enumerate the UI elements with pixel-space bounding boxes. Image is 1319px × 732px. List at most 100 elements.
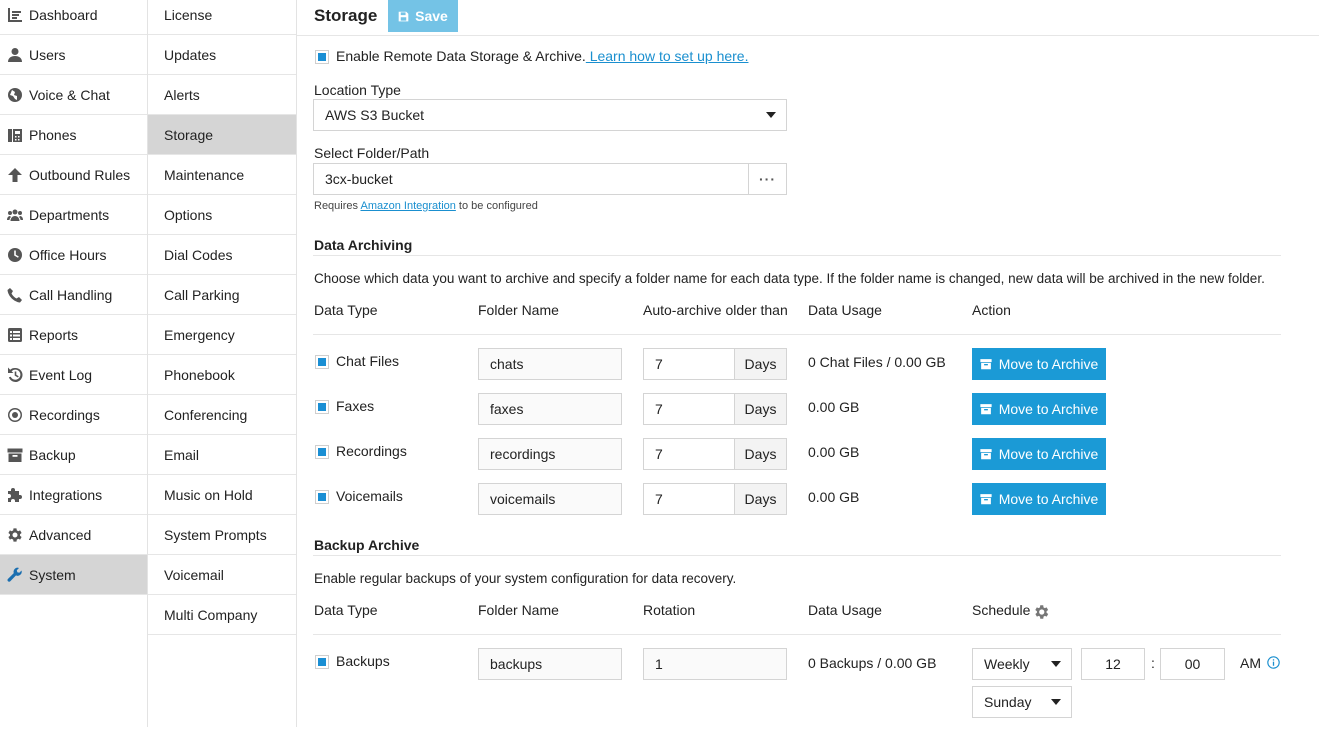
subnav-item-maintenance[interactable]: Maintenance	[148, 155, 296, 195]
schedule-hour-input[interactable]: 12	[1081, 648, 1145, 680]
schedule-frequency-value: Weekly	[984, 656, 1030, 672]
archive-type-checkbox[interactable]	[315, 490, 329, 504]
browse-folder-button[interactable]: ···	[748, 163, 787, 195]
requires-note: Requires Amazon Integration to be config…	[314, 200, 538, 212]
schedule-frequency-select[interactable]: Weekly	[972, 648, 1072, 680]
subnav-item-license[interactable]: License	[148, 0, 296, 35]
archive-icon	[980, 404, 992, 415]
folder-path-input[interactable]: 3cx-bucket	[313, 163, 749, 195]
sidebar-item-call-handling[interactable]: Call Handling	[0, 275, 147, 315]
history-icon	[6, 366, 23, 383]
subnav-item-alerts[interactable]: Alerts	[148, 75, 296, 115]
enable-remote-checkbox[interactable]	[315, 50, 329, 64]
archive-days-value: 7	[655, 491, 663, 507]
rotation-value: 1	[655, 656, 663, 672]
backup-col-data-usage: Data Usage	[808, 602, 882, 618]
col-header-data-usage: Data Usage	[808, 302, 882, 318]
amazon-integration-link[interactable]: Amazon Integration	[360, 200, 455, 212]
info-icon[interactable]	[1267, 656, 1280, 672]
sidebar-item-label: Event Log	[29, 366, 93, 383]
sidebar-item-phones[interactable]: Phones	[0, 115, 147, 155]
chevron-down-icon	[1051, 661, 1061, 667]
move-to-archive-button[interactable]: Move to Archive	[972, 438, 1106, 470]
subnav-item-music-on-hold[interactable]: Music on Hold	[148, 475, 296, 515]
sidebar-item-departments[interactable]: Departments	[0, 195, 147, 235]
backups-folder-input[interactable]: backups	[478, 648, 622, 680]
phones-icon	[6, 126, 23, 143]
subnav-item-call-parking[interactable]: Call Parking	[148, 275, 296, 315]
schedule-day-select[interactable]: Sunday	[972, 686, 1072, 718]
archive-days-input[interactable]: 7	[643, 483, 735, 515]
data-archiving-description: Choose which data you want to archive an…	[314, 271, 1265, 286]
puzzle-icon	[6, 486, 23, 503]
archive-usage: 0.00 GB	[808, 399, 860, 415]
sidebar-item-dashboard[interactable]: Dashboard	[0, 0, 147, 35]
floppy-icon	[398, 11, 409, 21]
learn-setup-link[interactable]: Learn how to set up here.	[586, 48, 749, 64]
reports-icon	[6, 326, 23, 343]
backup-col-schedule: Schedule	[972, 602, 1031, 618]
divider	[313, 334, 1281, 335]
archive-folder-input[interactable]: faxes	[478, 393, 622, 425]
sidebar-item-advanced[interactable]: Advanced	[0, 515, 147, 555]
sidebar-item-event-log[interactable]: Event Log	[0, 355, 147, 395]
sidebar-item-backup[interactable]: Backup	[0, 435, 147, 475]
location-type-label: Location Type	[314, 82, 401, 98]
move-to-archive-button[interactable]: Move to Archive	[972, 483, 1106, 515]
subnav-item-system-prompts[interactable]: System Prompts	[148, 515, 296, 555]
col-header-folder-name: Folder Name	[478, 302, 559, 318]
save-button[interactable]: Save	[388, 0, 458, 32]
globe-icon	[6, 86, 23, 103]
schedule-gear-icon[interactable]	[1032, 603, 1050, 624]
sidebar-item-label: Office Hours	[29, 246, 107, 263]
sidebar-item-recordings[interactable]: Recordings	[0, 395, 147, 435]
gear-icon	[6, 526, 23, 543]
subnav-item-multi-company[interactable]: Multi Company	[148, 595, 296, 635]
backups-checkbox[interactable]	[315, 655, 329, 669]
rotation-input[interactable]: 1	[643, 648, 787, 680]
subnav-item-phonebook[interactable]: Phonebook	[148, 355, 296, 395]
sidebar-item-users[interactable]: Users	[0, 35, 147, 75]
archive-type-checkbox[interactable]	[315, 400, 329, 414]
subnav-item-email[interactable]: Email	[148, 435, 296, 475]
sidebar-item-integrations[interactable]: Integrations	[0, 475, 147, 515]
archive-days-input[interactable]: 7	[643, 438, 735, 470]
user-icon	[6, 46, 23, 63]
phone-icon	[6, 286, 23, 303]
subnav-item-emergency[interactable]: Emergency	[148, 315, 296, 355]
schedule-minute-input[interactable]: 00	[1160, 648, 1225, 680]
subnav-item-voicemail[interactable]: Voicemail	[148, 555, 296, 595]
archive-folder-input[interactable]: voicemails	[478, 483, 622, 515]
dashboard-icon	[6, 6, 23, 23]
sidebar-item-label: Voice & Chat	[29, 86, 110, 103]
sidebar-item-outbound-rules[interactable]: Outbound Rules	[0, 155, 147, 195]
sidebar-item-voice-chat[interactable]: Voice & Chat	[0, 75, 147, 115]
archive-folder-value: voicemails	[490, 491, 556, 507]
subnav-item-dial-codes[interactable]: Dial Codes	[148, 235, 296, 275]
sidebar-item-reports[interactable]: Reports	[0, 315, 147, 355]
subnav-item-conferencing[interactable]: Conferencing	[148, 395, 296, 435]
archive-folder-input[interactable]: recordings	[478, 438, 622, 470]
move-to-archive-label: Move to Archive	[998, 491, 1099, 507]
days-unit: Days	[734, 438, 787, 470]
sidebar-item-office-hours[interactable]: Office Hours	[0, 235, 147, 275]
backup-description: Enable regular backups of your system co…	[314, 571, 737, 586]
archive-type-checkbox[interactable]	[315, 445, 329, 459]
archive-days-input[interactable]: 7	[643, 348, 735, 380]
archive-type-label: Faxes	[336, 398, 375, 414]
move-to-archive-button[interactable]: Move to Archive	[972, 393, 1106, 425]
archive-icon	[6, 446, 23, 463]
archive-type-checkbox[interactable]	[315, 355, 329, 369]
folder-path-label: Select Folder/Path	[314, 145, 430, 161]
subnav-item-options[interactable]: Options	[148, 195, 296, 235]
archive-days-input[interactable]: 7	[643, 393, 735, 425]
col-header-action: Action	[972, 302, 1011, 318]
sidebar-item-label: Backup	[29, 446, 76, 463]
sidebar-item-system[interactable]: System	[0, 555, 147, 595]
move-to-archive-label: Move to Archive	[998, 356, 1099, 372]
subnav-item-storage[interactable]: Storage	[148, 115, 296, 155]
subnav-item-updates[interactable]: Updates	[148, 35, 296, 75]
location-type-select[interactable]: AWS S3 Bucket	[313, 99, 787, 131]
archive-folder-input[interactable]: chats	[478, 348, 622, 380]
move-to-archive-button[interactable]: Move to Archive	[972, 348, 1106, 380]
